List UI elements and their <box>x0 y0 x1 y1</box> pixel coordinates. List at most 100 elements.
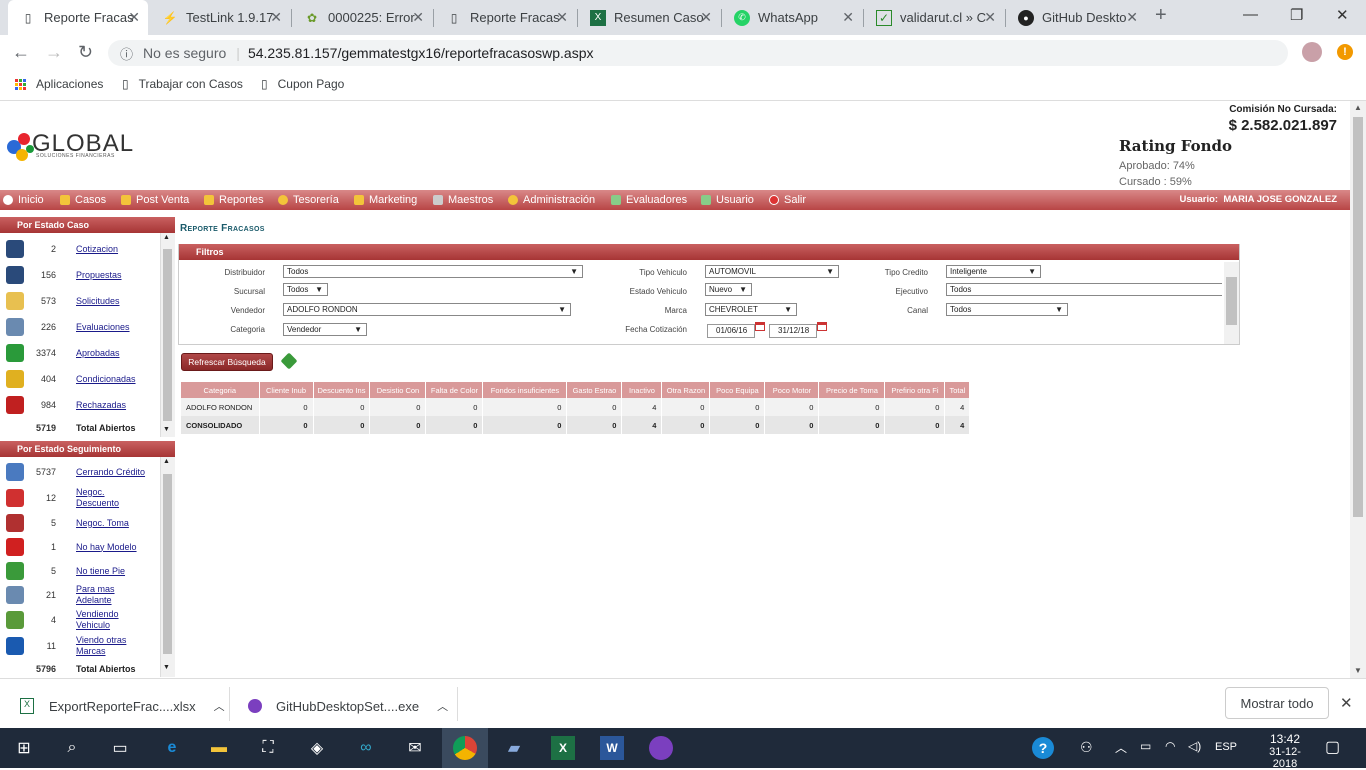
show-all-button[interactable]: Mostrar todo <box>1225 687 1329 719</box>
case-status-row[interactable]: 573 Solicitudes <box>0 288 160 314</box>
chevron-down-icon[interactable]: ▼ <box>163 426 170 433</box>
follow-status-row[interactable]: 21 Para mas Adelante <box>0 583 160 607</box>
scroll-thumb[interactable] <box>163 474 172 654</box>
column-header[interactable]: Poco Motor <box>764 382 820 398</box>
edge-icon[interactable]: e <box>160 736 184 760</box>
close-icon[interactable]: ✕ <box>412 9 424 26</box>
arduino-icon[interactable]: ∞ <box>354 736 378 760</box>
case-status-row[interactable]: 156 Propuestas <box>0 262 160 288</box>
bookmark-trabajar-casos[interactable]: ▯ Trabajar con Casos <box>122 77 243 91</box>
column-header[interactable]: Poco Equipa <box>709 382 766 398</box>
task-view-icon[interactable]: ▭ <box>108 736 132 760</box>
tab-testlink[interactable]: ⚡ TestLink 1.9.17 ✕ <box>150 0 290 35</box>
menu-marketing[interactable]: Marketing <box>354 194 417 206</box>
menu-evaluadores[interactable]: Evaluadores <box>611 194 687 206</box>
close-icon[interactable]: ✕ <box>128 9 140 26</box>
menu-inicio[interactable]: Inicio <box>3 194 44 206</box>
tab-resumen-caso[interactable]: X Resumen Caso ✕ <box>578 0 720 35</box>
export-excel-icon[interactable] <box>280 352 298 370</box>
tab-mantis[interactable]: ✿ 0000225: Error ✕ <box>292 0 432 35</box>
tab-reporte-fracasos-2[interactable]: ▯ Reporte Fracas ✕ <box>434 0 576 35</box>
column-header[interactable]: Prefirio otra Fi <box>884 382 946 398</box>
scroll-thumb[interactable] <box>163 249 172 421</box>
follow-status-row[interactable]: 5 Negoc. Toma <box>0 511 160 535</box>
column-header[interactable]: Falta de Color <box>425 382 484 398</box>
chevron-up-icon[interactable]: ︿ <box>437 698 448 714</box>
file-explorer-icon[interactable]: ▬ <box>207 736 231 760</box>
case-status-row[interactable]: 2 Cotizacion <box>0 236 160 262</box>
follow-status-link[interactable]: Viendo otras Marcas <box>76 635 146 657</box>
follow-status-row[interactable]: 5737 Cerrando Crédito <box>0 459 160 485</box>
follow-status-link[interactable]: No hay Modelo <box>76 542 146 553</box>
case-status-link[interactable]: Aprobadas <box>76 348 146 359</box>
excel-icon[interactable]: X <box>551 736 575 760</box>
menu-usuario[interactable]: Usuario <box>701 194 754 206</box>
people-icon[interactable]: ⚇ <box>1080 739 1093 756</box>
chevron-down-icon[interactable]: ▼ <box>163 664 170 671</box>
menu-tesoreria[interactable]: Tesorería <box>278 194 339 206</box>
close-icon[interactable]: ✕ <box>556 9 568 26</box>
column-header[interactable]: Precio de Toma <box>818 382 886 398</box>
minimize-icon[interactable]: — <box>1243 6 1258 23</box>
chrome-icon[interactable] <box>453 736 477 760</box>
chevron-up-icon[interactable]: ▲ <box>163 458 170 465</box>
store-icon[interactable]: ⛶ <box>256 736 280 760</box>
close-window-icon[interactable]: ✕ <box>1336 6 1349 24</box>
download-item-xlsx[interactable]: X ExportReporteFrac....xlsx ︿ <box>20 698 225 714</box>
download-item-exe[interactable]: GitHubDesktopSet....exe ︿ <box>248 698 448 714</box>
avatar[interactable] <box>1302 42 1322 62</box>
select-vendedor[interactable]: ADOLFO RONDON ▼ <box>283 303 571 316</box>
follow-status-row[interactable]: 12 Negoc. Descuento <box>0 485 160 511</box>
chevron-up-icon[interactable]: ︿ <box>1115 739 1127 756</box>
select-tipo-credito[interactable]: Inteligente ▼ <box>946 265 1041 278</box>
column-header[interactable]: Cliente Inub <box>259 382 314 398</box>
follow-status-link[interactable]: Negoc. Descuento <box>76 487 146 509</box>
follow-status-link[interactable]: Cerrando Crédito <box>76 467 146 478</box>
scroll-thumb[interactable] <box>1226 277 1237 325</box>
column-header[interactable]: Inactivo <box>621 382 663 398</box>
close-icon[interactable]: ✕ <box>984 9 996 26</box>
case-status-link[interactable]: Condicionadas <box>76 374 146 385</box>
chevron-up-icon[interactable]: ▲ <box>1354 103 1362 112</box>
follow-status-row[interactable]: 1 No hay Modelo <box>0 535 160 559</box>
search-icon[interactable]: ⌕ <box>60 736 84 760</box>
follow-status-link[interactable]: Vendiendo Vehiculo <box>76 609 146 631</box>
follow-status-link[interactable]: Para mas Adelante <box>76 584 146 606</box>
select-distribuidor[interactable]: Todos ▼ <box>283 265 583 278</box>
scroll-thumb[interactable] <box>1353 117 1363 517</box>
case-status-row[interactable]: 226 Evaluaciones <box>0 314 160 340</box>
github-desktop-icon[interactable] <box>649 736 673 760</box>
column-header[interactable]: Categoria <box>181 382 260 398</box>
tab-github[interactable]: ● GitHub Deskto ✕ <box>1006 0 1146 35</box>
case-status-link[interactable]: Cotizacion <box>76 244 146 255</box>
select-canal[interactable]: Todos ▼ <box>946 303 1068 316</box>
address-bar[interactable]: ⓘ No es seguro | 54.235.81.157/gemmatest… <box>108 40 1288 66</box>
menu-casos[interactable]: Casos <box>60 194 106 206</box>
new-tab-button[interactable]: + <box>1155 4 1167 27</box>
menu-maestros[interactable]: Maestros <box>433 194 493 206</box>
column-header[interactable]: Gasto Estrao <box>566 382 623 398</box>
battery-icon[interactable]: ▭ <box>1140 739 1151 753</box>
column-header[interactable]: Otra Razon <box>661 382 711 398</box>
input-ejecutivo[interactable]: Todos <box>946 283 1222 296</box>
menu-administracion[interactable]: Administración <box>508 194 595 206</box>
menu-reportes[interactable]: Reportes <box>204 194 264 206</box>
column-header[interactable]: Fondos insuficientes <box>482 382 568 398</box>
wifi-icon[interactable]: ◠ <box>1165 739 1175 753</box>
case-status-link[interactable]: Evaluaciones <box>76 322 146 333</box>
case-status-link[interactable]: Rechazadas <box>76 400 146 411</box>
close-icon[interactable]: ✕ <box>700 9 712 26</box>
follow-status-link[interactable]: Negoc. Toma <box>76 518 146 529</box>
column-header[interactable]: Desistio Con <box>369 382 427 398</box>
forward-icon[interactable]: → <box>45 42 63 63</box>
follow-status-row[interactable]: 5 No tiene Pie <box>0 559 160 583</box>
close-icon[interactable]: ✕ <box>270 9 282 26</box>
chevron-up-icon[interactable]: ︿ <box>214 698 225 714</box>
date-to-input[interactable]: 31/12/18 <box>769 324 817 338</box>
dropbox-icon[interactable]: ◈ <box>305 736 329 760</box>
update-icon[interactable]: ! <box>1337 44 1353 60</box>
calendar-icon[interactable] <box>817 322 827 331</box>
tab-whatsapp[interactable]: ✆ WhatsApp ✕ <box>722 0 862 35</box>
help-icon[interactable]: ? <box>1032 737 1054 759</box>
select-tipo-vehiculo[interactable]: AUTOMOVIL ▼ <box>705 265 839 278</box>
